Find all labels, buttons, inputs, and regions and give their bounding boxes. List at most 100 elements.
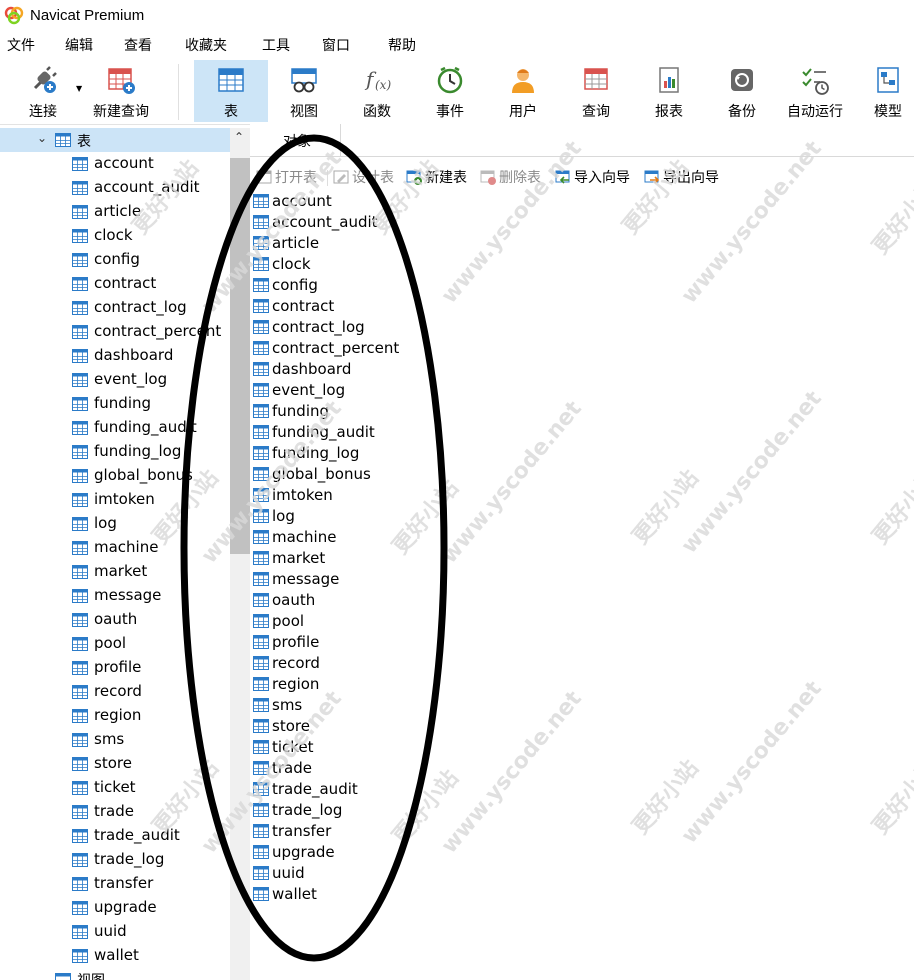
menu-window[interactable]: 窗口	[322, 35, 350, 55]
object-list-item[interactable]: wallet	[253, 885, 503, 906]
object-list-item[interactable]: market	[253, 549, 503, 570]
tree-item-table[interactable]: funding_log	[0, 440, 230, 464]
object-list-item[interactable]: sms	[253, 696, 503, 717]
toolbar-view-button[interactable]: 视图	[276, 60, 332, 122]
tree-item-table[interactable]: uuid	[0, 920, 230, 944]
tab-objects[interactable]: 对象	[254, 124, 341, 156]
tree-item-table[interactable]: funding	[0, 392, 230, 416]
tree-item-table[interactable]: message	[0, 584, 230, 608]
toolbar-event-button[interactable]: 事件	[422, 60, 478, 122]
object-list-item[interactable]: region	[253, 675, 503, 696]
new-table-button[interactable]: 新建表	[406, 167, 467, 187]
toolbar-backup-button[interactable]: 备份	[714, 60, 770, 122]
tree-item-table[interactable]: clock	[0, 224, 230, 248]
toolbar-report-button[interactable]: 报表	[641, 60, 697, 122]
object-list-item[interactable]: dashboard	[253, 360, 503, 381]
tree-item-table[interactable]: transfer	[0, 872, 230, 896]
tree-item-table[interactable]: account_audit	[0, 176, 230, 200]
object-list-item[interactable]: account	[253, 192, 503, 213]
object-list-item[interactable]: oauth	[253, 591, 503, 612]
tree-item-table[interactable]: trade_log	[0, 848, 230, 872]
toolbar-user-button[interactable]: 用户	[495, 60, 551, 122]
object-list-item[interactable]: trade_audit	[253, 780, 503, 801]
object-list-item[interactable]: funding	[253, 402, 503, 423]
object-list-item[interactable]: event_log	[253, 381, 503, 402]
toolbar-table-button[interactable]: 表	[194, 60, 268, 122]
tree-item-table[interactable]: oauth	[0, 608, 230, 632]
connect-dropdown-icon[interactable]: ▼	[76, 84, 82, 93]
tree-item-table[interactable]: account	[0, 152, 230, 176]
new-query-button[interactable]: 新建查询	[88, 60, 154, 122]
tree-item-table[interactable]: trade	[0, 800, 230, 824]
tree-item-table[interactable]: imtoken	[0, 488, 230, 512]
tree-node-views[interactable]: 视图	[0, 968, 230, 980]
object-list-item[interactable]: funding_log	[253, 444, 503, 465]
toolbar-function-button[interactable]: f (x) 函数	[349, 60, 405, 122]
scrollbar-thumb[interactable]	[230, 158, 250, 554]
tree-item-table[interactable]: contract_log	[0, 296, 230, 320]
tree-item-table[interactable]: pool	[0, 632, 230, 656]
menu-help[interactable]: 帮助	[388, 35, 416, 55]
scroll-up-icon[interactable]: ⌃	[234, 130, 244, 144]
object-list-item[interactable]: trade_log	[253, 801, 503, 822]
tree-item-table[interactable]: funding_audit	[0, 416, 230, 440]
tree-node-tables[interactable]: ⌄ 表	[0, 128, 230, 152]
tree-item-table[interactable]: article	[0, 200, 230, 224]
tree-item-table[interactable]: upgrade	[0, 896, 230, 920]
connect-button[interactable]: 连接	[14, 60, 72, 122]
menu-edit[interactable]: 编辑	[65, 35, 93, 55]
toolbar-query-button[interactable]: 查询	[568, 60, 624, 122]
object-list-item[interactable]: transfer	[253, 822, 503, 843]
menu-favorites[interactable]: 收藏夹	[185, 35, 227, 55]
object-list-item[interactable]: funding_audit	[253, 423, 503, 444]
open-table-button[interactable]: 打开表	[256, 167, 317, 187]
tree-item-table[interactable]: record	[0, 680, 230, 704]
tree-item-table[interactable]: region	[0, 704, 230, 728]
object-list-item[interactable]: pool	[253, 612, 503, 633]
object-list-item[interactable]: contract_percent	[253, 339, 503, 360]
toolbar-automation-button[interactable]: 自动运行	[783, 60, 847, 122]
object-list-item[interactable]: store	[253, 717, 503, 738]
tree-item-table[interactable]: contract	[0, 272, 230, 296]
menu-view[interactable]: 查看	[124, 35, 152, 55]
menu-tools[interactable]: 工具	[262, 35, 290, 55]
object-list-item[interactable]: contract_log	[253, 318, 503, 339]
object-list-item[interactable]: upgrade	[253, 843, 503, 864]
object-list-item[interactable]: record	[253, 654, 503, 675]
tree-scrollbar[interactable]: ⌃	[230, 128, 250, 980]
tree-item-table[interactable]: market	[0, 560, 230, 584]
object-list-item[interactable]: message	[253, 570, 503, 591]
export-wizard-button[interactable]: 导出向导	[644, 167, 719, 187]
tree-item-table[interactable]: ticket	[0, 776, 230, 800]
tree-item-table[interactable]: machine	[0, 536, 230, 560]
chevron-down-icon[interactable]: ⌄	[37, 131, 47, 145]
tree-item-table[interactable]: wallet	[0, 944, 230, 968]
object-list-item[interactable]: account_audit	[253, 213, 503, 234]
object-list-item[interactable]: log	[253, 507, 503, 528]
design-table-button[interactable]: 设计表	[333, 167, 394, 187]
tree-item-table[interactable]: store	[0, 752, 230, 776]
object-list-item[interactable]: trade	[253, 759, 503, 780]
object-list-item[interactable]: global_bonus	[253, 465, 503, 486]
object-list-item[interactable]: uuid	[253, 864, 503, 885]
tree-item-table[interactable]: event_log	[0, 368, 230, 392]
toolbar-model-button[interactable]: 模型	[862, 60, 914, 122]
object-list-item[interactable]: article	[253, 234, 503, 255]
tree-item-table[interactable]: dashboard	[0, 344, 230, 368]
tree-item-table[interactable]: sms	[0, 728, 230, 752]
object-list-item[interactable]: config	[253, 276, 503, 297]
tree-item-table[interactable]: config	[0, 248, 230, 272]
delete-table-button[interactable]: 删除表	[480, 167, 541, 187]
tree-item-table[interactable]: log	[0, 512, 230, 536]
menu-file[interactable]: 文件	[7, 35, 35, 55]
object-list-item[interactable]: profile	[253, 633, 503, 654]
object-list-item[interactable]: contract	[253, 297, 503, 318]
tree-item-table[interactable]: trade_audit	[0, 824, 230, 848]
object-list-item[interactable]: ticket	[253, 738, 503, 759]
tree-item-table[interactable]: contract_percent	[0, 320, 230, 344]
tree-item-table[interactable]: global_bonus	[0, 464, 230, 488]
object-list-item[interactable]: machine	[253, 528, 503, 549]
object-list-item[interactable]: imtoken	[253, 486, 503, 507]
tree-item-table[interactable]: profile	[0, 656, 230, 680]
import-wizard-button[interactable]: 导入向导	[555, 167, 630, 187]
